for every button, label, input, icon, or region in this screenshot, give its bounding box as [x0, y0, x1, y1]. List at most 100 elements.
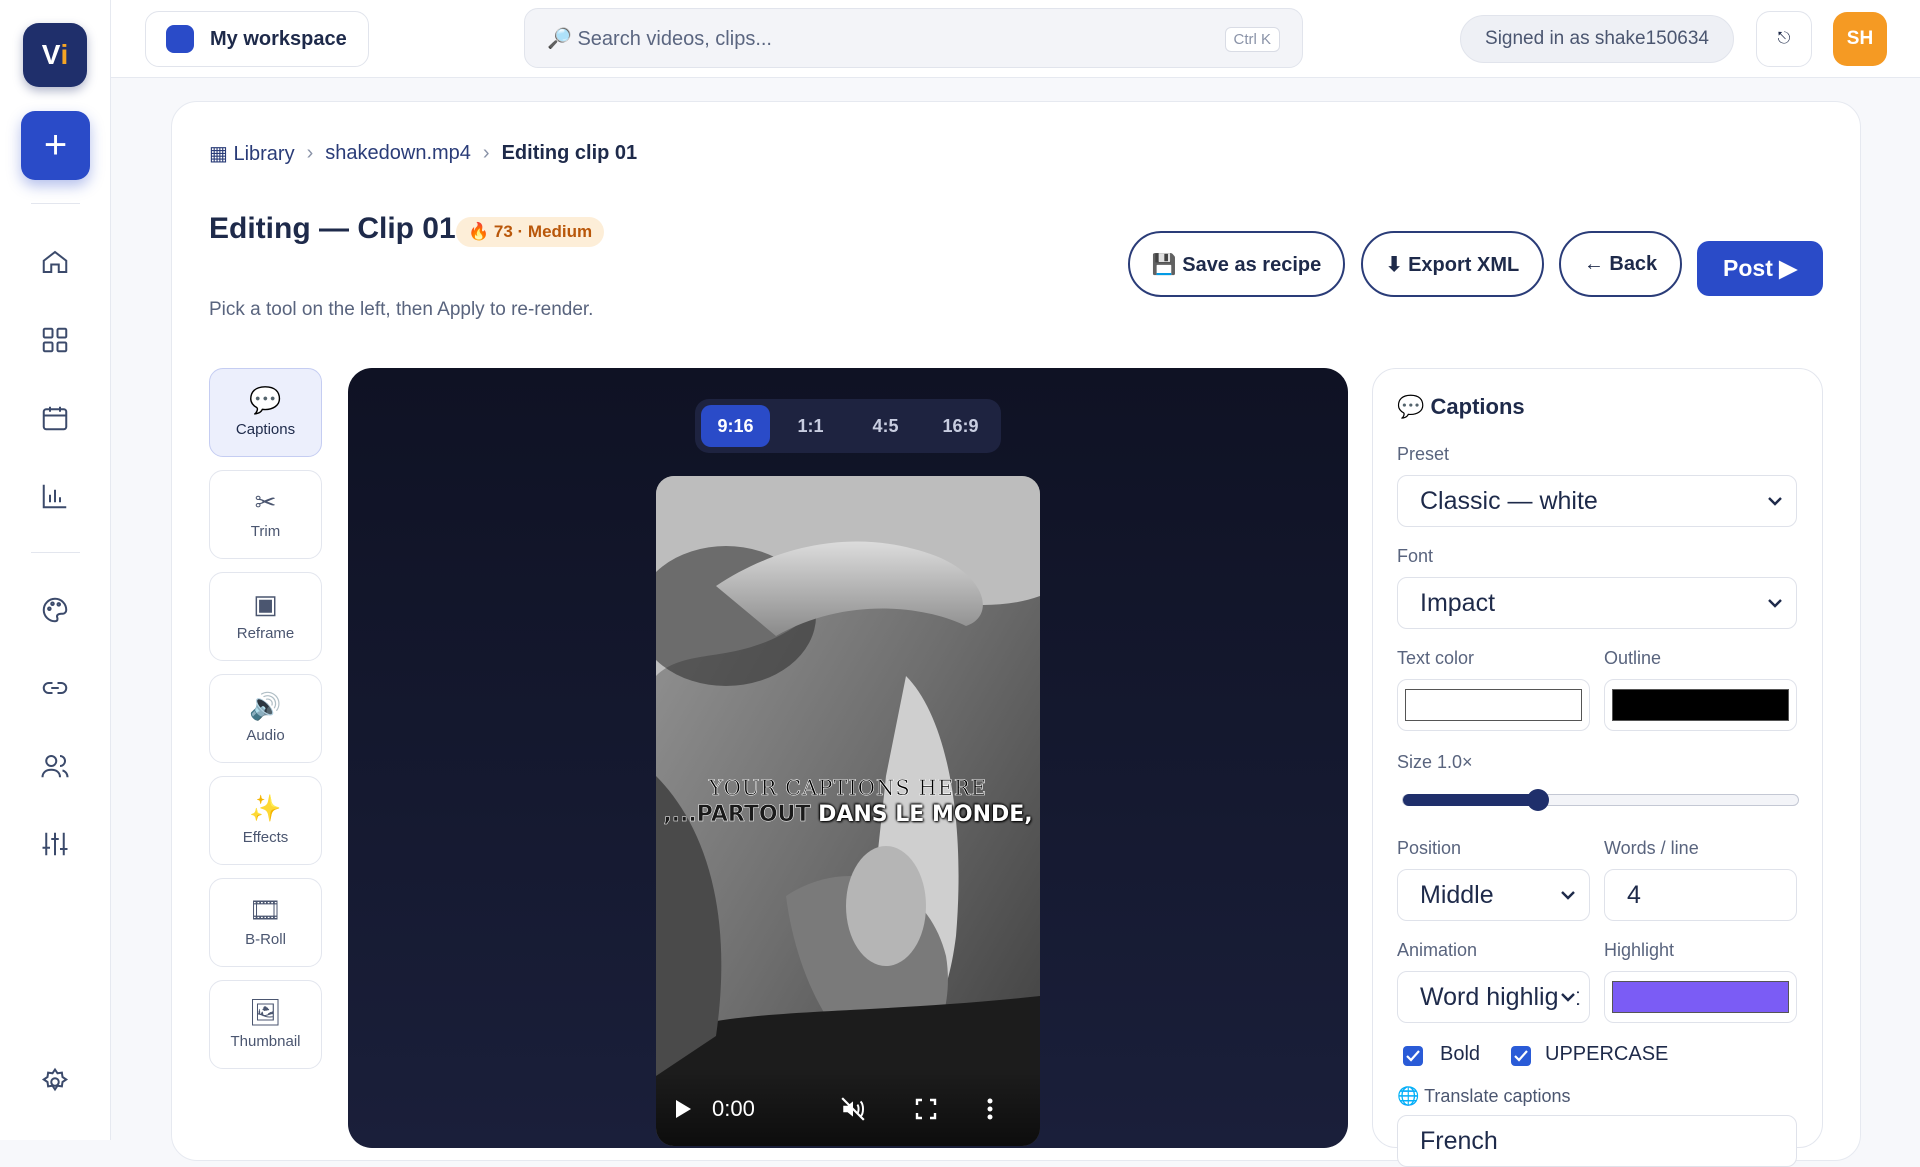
size-label: Size 1.0× [1397, 752, 1473, 772]
panel-title: 💬 Captions [1397, 394, 1525, 419]
video-preview[interactable]: YOUR CAPTIONS HERE ,...PARTOUT DANS LE M… [656, 476, 1040, 1146]
page-subtitle: Pick a tool on the left, then Apply to r… [209, 299, 594, 320]
ratio-4-5[interactable]: 4:5 [851, 405, 920, 447]
size-slider[interactable] [1402, 789, 1799, 811]
theme-toggle-icon[interactable]: ⎋ [1756, 11, 1812, 67]
translate-select[interactable]: French [1397, 1115, 1797, 1167]
chevron-down-icon [1766, 490, 1784, 512]
tool-label: Audio [246, 727, 285, 744]
sidebar: Vi + [0, 0, 111, 1140]
preset-label: Preset [1397, 444, 1450, 464]
preset-value: Classic — white [1420, 486, 1598, 515]
film-icon: 🎞 [248, 895, 282, 925]
tool-thumbnail[interactable]: 🖼 Thumbnail [209, 980, 322, 1069]
signed-in-badge: Signed in as shake150634 [1460, 15, 1734, 63]
tool-label: B-Roll [245, 931, 286, 948]
breadcrumb-file[interactable]: shakedown.mp4 [325, 142, 471, 165]
settings-icon[interactable] [35, 1062, 75, 1102]
sidebar-divider [31, 203, 80, 204]
outline-label: Outline [1604, 648, 1662, 668]
sliders-icon[interactable] [35, 824, 75, 864]
palette-icon[interactable] [35, 590, 75, 630]
logo-letter: V [41, 39, 61, 70]
logo-letter-accent: i [60, 39, 69, 70]
tool-label: Effects [242, 829, 289, 846]
breadcrumb-library[interactable]: ▦ Library [209, 141, 295, 166]
export-xml-button[interactable]: ⬇ Export XML [1361, 231, 1544, 297]
animation-value: Word highlight [1420, 982, 1580, 1011]
more-options-icon[interactable] [987, 1098, 993, 1120]
tool-broll[interactable]: 🎞 B-Roll [209, 878, 322, 967]
video-controls: 0:00 [656, 1072, 1040, 1146]
search-placeholder: 🔎 Search videos, clips... [547, 27, 772, 50]
position-select[interactable]: Middle [1397, 869, 1590, 921]
save-recipe-button[interactable]: 💾 Save as recipe [1128, 231, 1345, 297]
scissors-icon: ✂ [254, 487, 277, 517]
tool-effects[interactable]: ✨ Effects [209, 776, 322, 865]
caption-line-2: ,...PARTOUT DANS LE MONDE, [656, 802, 1040, 828]
size-slider-handle[interactable] [1526, 789, 1549, 811]
caption-text: DANS LE MONDE, [810, 802, 1033, 827]
avatar[interactable]: SH [1833, 12, 1887, 66]
link-icon[interactable] [35, 668, 75, 708]
workspace-name: My workspace [210, 27, 347, 50]
ratio-16-9[interactable]: 16:9 [926, 405, 995, 447]
preset-select[interactable]: Classic — white [1397, 475, 1797, 527]
translate-label: 🌐 Translate captions [1397, 1086, 1571, 1106]
outline-color-picker[interactable] [1604, 679, 1797, 731]
uppercase-label: UPPERCASE [1545, 1043, 1669, 1065]
chevron-down-icon [1559, 884, 1577, 906]
ratio-9-16[interactable]: 9:16 [701, 405, 770, 447]
score-badge: 🔥 73 · Medium [456, 217, 605, 247]
bold-label: Bold [1440, 1043, 1481, 1065]
highlight-label: Highlight [1604, 940, 1675, 960]
video-time: 0:00 [712, 1096, 755, 1121]
breadcrumb: ▦ Library › shakedown.mp4 › Editing clip… [209, 141, 637, 166]
uppercase-checkbox[interactable] [1511, 1046, 1531, 1066]
tool-label: Captions [235, 421, 296, 438]
position-label: Position [1397, 838, 1462, 858]
new-button[interactable]: + [21, 111, 90, 180]
app-logo[interactable]: Vi [23, 23, 87, 87]
highlight-color-picker[interactable] [1604, 971, 1797, 1023]
aspect-ratio-switcher: 9:16 1:1 4:5 16:9 [695, 399, 1001, 453]
outline-color-swatch [1612, 689, 1789, 721]
text-color-picker[interactable] [1397, 679, 1590, 731]
back-button[interactable]: ← Back [1559, 231, 1682, 297]
words-per-line-label: Words / line [1604, 838, 1699, 858]
text-color-swatch [1405, 689, 1582, 721]
calendar-icon[interactable] [35, 398, 75, 438]
breadcrumb-current: Editing clip 01 [501, 142, 638, 164]
tool-captions[interactable]: 💬 Captions [209, 368, 322, 457]
grid-icon[interactable] [35, 320, 75, 360]
translate-value: French [1420, 1126, 1498, 1155]
chevron-down-icon [1766, 592, 1784, 614]
search-input[interactable]: 🔎 Search videos, clips... Ctrl K [524, 8, 1303, 68]
page-title: Editing — Clip 01 [209, 212, 456, 245]
tool-label: Reframe [236, 625, 295, 642]
workspace-switcher[interactable]: My workspace [145, 11, 369, 67]
play-icon[interactable] [674, 1099, 692, 1119]
tool-reframe[interactable]: ▣ Reframe [209, 572, 322, 661]
text-color-label: Text color [1397, 648, 1475, 668]
fullscreen-icon[interactable] [915, 1098, 937, 1120]
tool-trim[interactable]: ✂ Trim [209, 470, 322, 559]
tool-audio[interactable]: 🔊 Audio [209, 674, 322, 763]
analytics-icon[interactable] [35, 476, 75, 516]
mute-icon[interactable] [839, 1096, 867, 1122]
highlight-color-swatch [1612, 981, 1789, 1013]
words-per-line-input[interactable]: 4 [1604, 869, 1797, 921]
words-per-line-value: 4 [1627, 880, 1641, 909]
ratio-1-1[interactable]: 1:1 [776, 405, 845, 447]
breadcrumb-separator: › [306, 142, 314, 164]
image-icon: 🖼 [248, 997, 282, 1027]
users-icon[interactable] [35, 746, 75, 786]
caption-highlight-word: ,...PARTOUT [663, 802, 811, 828]
bold-checkbox[interactable] [1403, 1046, 1423, 1066]
post-button[interactable]: Post ▶ [1697, 241, 1823, 296]
position-value: Middle [1420, 880, 1494, 909]
tool-label: Thumbnail [230, 1033, 301, 1050]
font-select[interactable]: Impact [1397, 577, 1797, 629]
home-icon[interactable] [35, 242, 75, 282]
animation-select[interactable]: Word highlight [1397, 971, 1590, 1023]
